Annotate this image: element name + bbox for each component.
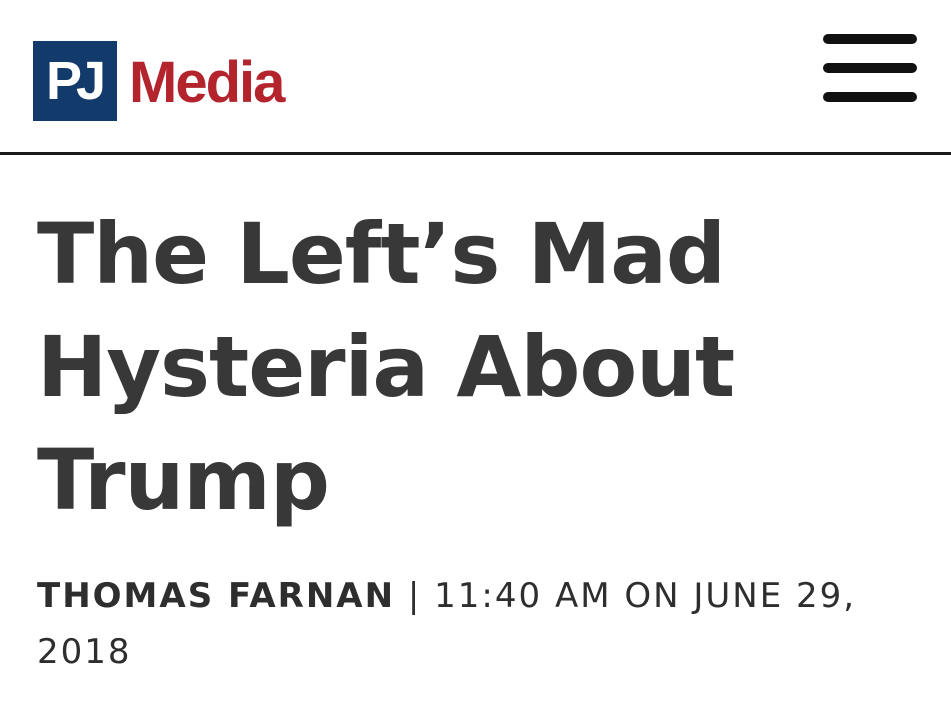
pj-media-logo[interactable]: PJ Media <box>33 41 285 121</box>
menu-bar-middle <box>823 63 917 73</box>
hamburger-menu-icon[interactable] <box>823 34 917 102</box>
menu-bar-bottom <box>823 92 917 102</box>
author-link[interactable]: THOMAS FARNAN <box>37 576 395 616</box>
article-title: The Left’s Mad Hysteria About Trump <box>37 205 735 529</box>
menu-bar-top <box>823 34 917 44</box>
site-header: PJ Media <box>0 0 951 155</box>
article-byline: THOMAS FARNAN | 11:40 AM ON JUNE 29, 201… <box>37 568 917 680</box>
byline-separator: | <box>395 576 435 616</box>
logo-name: Media <box>129 50 285 115</box>
logo-mark: PJ <box>33 41 117 121</box>
header-divider <box>0 152 951 155</box>
page: PJ Media The Left’s Mad Hysteria About T… <box>0 0 951 720</box>
